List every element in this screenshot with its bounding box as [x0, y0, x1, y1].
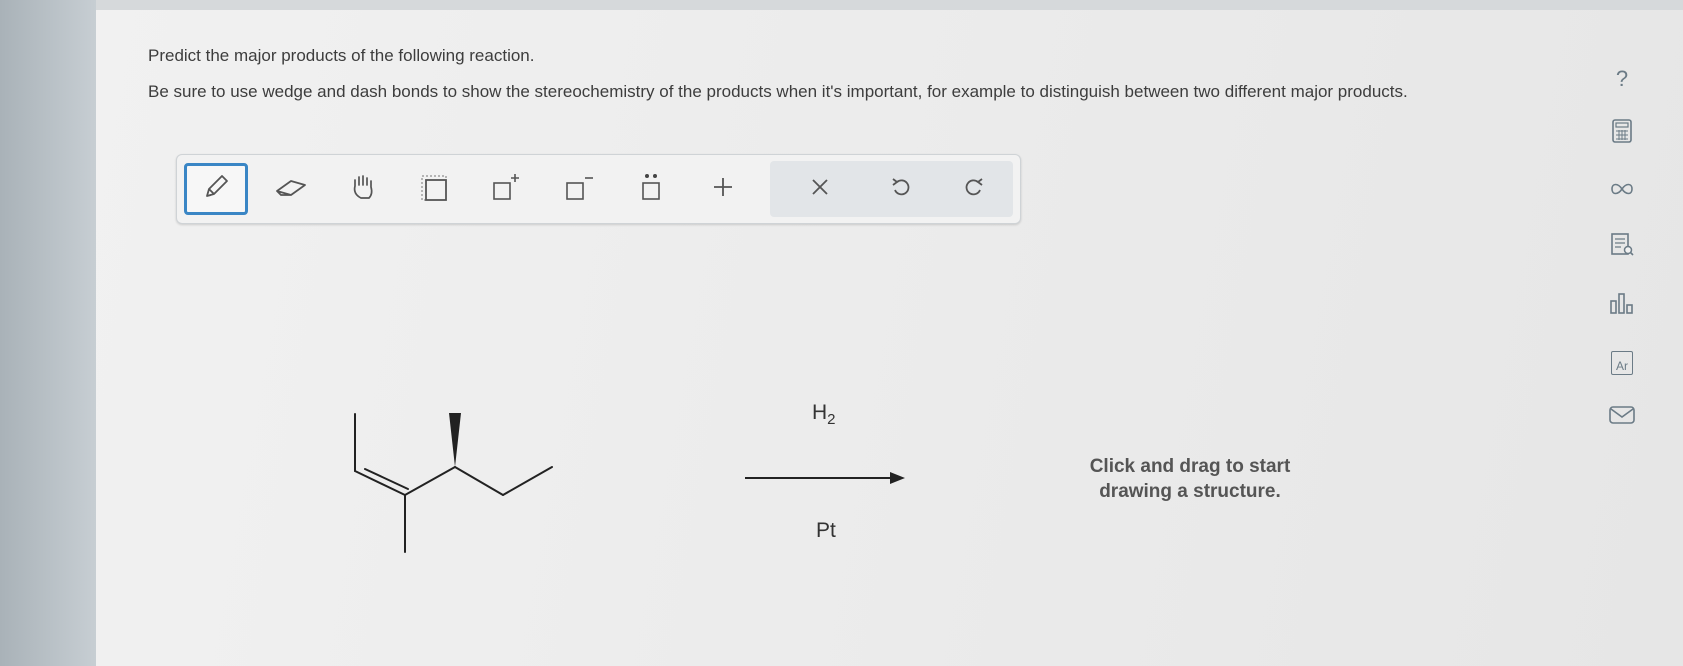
drawing-canvas[interactable]: [96, 236, 1586, 666]
reaction-arrow: [745, 472, 905, 484]
lone-pair-button[interactable]: [619, 163, 683, 215]
bar-chart-icon: [1608, 291, 1636, 320]
add-button[interactable]: [691, 163, 755, 215]
reagent-above: H2: [812, 401, 836, 428]
clear-icon: [807, 174, 833, 205]
pencil-icon: [200, 171, 232, 208]
document-search-icon: [1609, 232, 1635, 263]
drawing-toolbar: [176, 154, 1021, 224]
question-instructions: Be sure to use wedge and dash bonds to s…: [148, 82, 1408, 101]
hand-icon: [347, 172, 381, 207]
calculator-button[interactable]: [1602, 116, 1642, 150]
canvas-hint: Click and drag to start drawing a struct…: [1089, 456, 1291, 502]
select-box-tool-button[interactable]: [403, 163, 467, 215]
reagent-above-subscript: 2: [827, 411, 836, 429]
negative-charge-icon: [561, 171, 597, 208]
reagent-below: Pt: [816, 519, 836, 542]
eraser-icon: [271, 173, 311, 206]
positive-charge-icon: [488, 171, 524, 208]
undo-icon: [888, 174, 914, 205]
mail-icon: [1608, 405, 1636, 430]
wedge-bond: [449, 413, 461, 467]
add-icon: [709, 173, 737, 206]
redo-icon: [961, 174, 987, 205]
data-button[interactable]: [1602, 288, 1642, 322]
reference-button[interactable]: [1602, 230, 1642, 264]
help-button[interactable]: ?: [1602, 62, 1642, 96]
calculator-icon: [1611, 118, 1633, 149]
pencil-tool-button[interactable]: [184, 163, 248, 215]
clear-button[interactable]: [788, 163, 852, 215]
question-prompt: Predict the major products of the follow…: [148, 46, 535, 65]
reagent-above-symbol: H: [812, 401, 828, 424]
question-text: Predict the major products of the follow…: [148, 46, 1548, 118]
infinity-button[interactable]: [1602, 174, 1642, 208]
top-screen-edge: [96, 0, 1683, 10]
message-button[interactable]: [1602, 400, 1642, 434]
infinity-icon: [1608, 181, 1636, 202]
select-box-icon: [418, 171, 452, 208]
lone-pair-icon: [635, 171, 667, 208]
redo-button[interactable]: [942, 163, 1006, 215]
hand-tool-button[interactable]: [332, 163, 396, 215]
undo-button[interactable]: [869, 163, 933, 215]
positive-charge-button[interactable]: [474, 163, 538, 215]
periodic-table-icon: Ar: [1611, 351, 1633, 375]
negative-charge-button[interactable]: [547, 163, 611, 215]
help-icon: ?: [1615, 66, 1629, 91]
left-screen-edge: [0, 0, 96, 666]
eraser-tool-button[interactable]: [259, 163, 323, 215]
periodic-table-symbol: Ar: [1616, 359, 1628, 373]
reactant-structure: [354, 413, 553, 553]
periodic-table-button[interactable]: Ar: [1602, 346, 1642, 380]
